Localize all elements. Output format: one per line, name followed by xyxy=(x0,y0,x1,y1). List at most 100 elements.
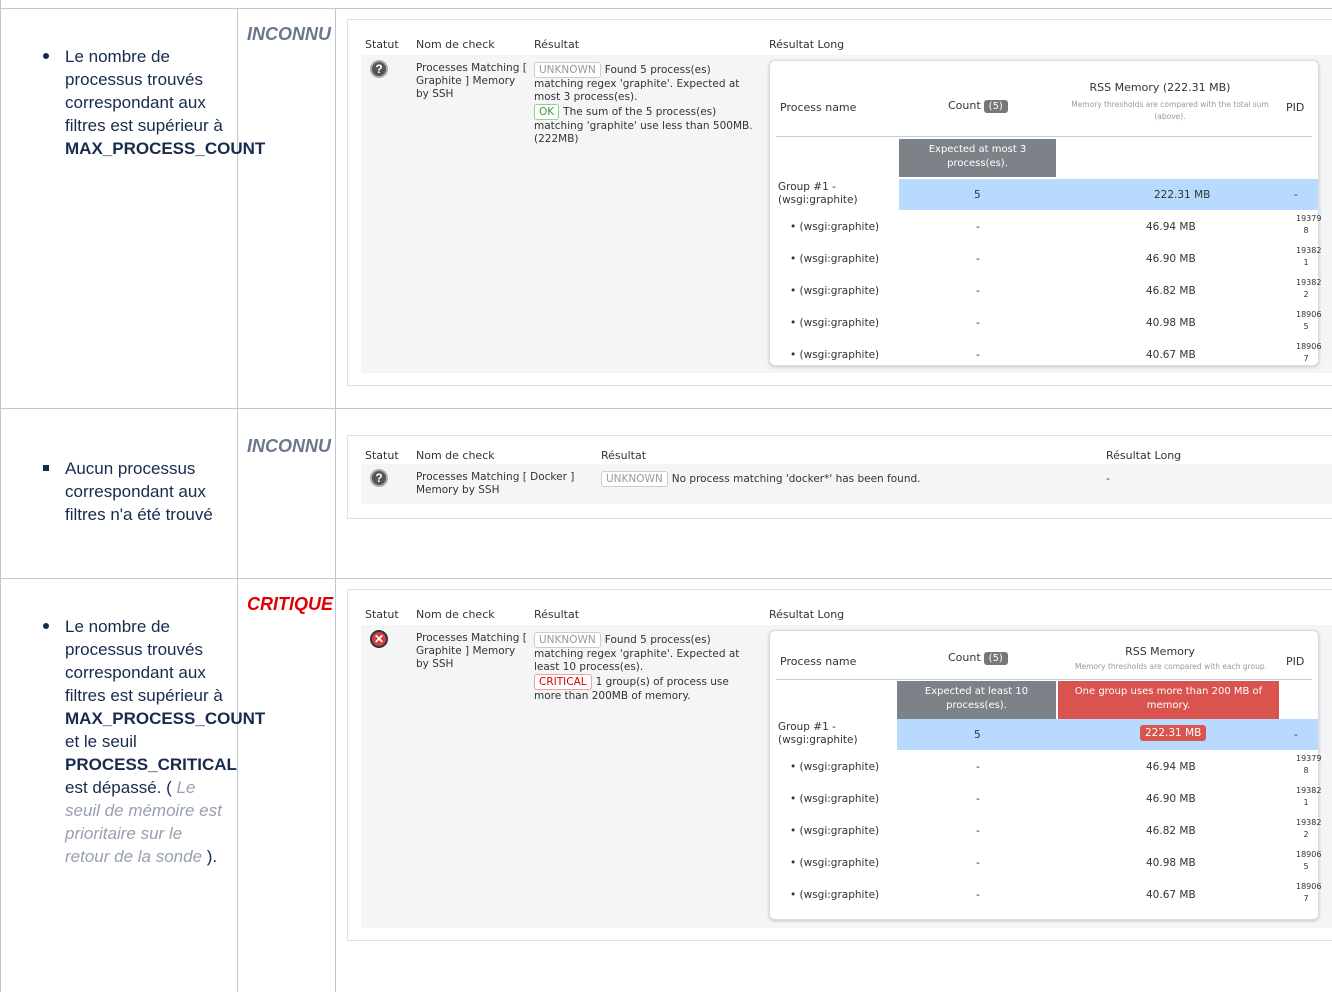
col-rss-subtitle: Memory thresholds are compared with the … xyxy=(1071,100,1269,121)
count-threshold-box: Expected at least 10 process(es). xyxy=(897,681,1056,719)
process-count: - xyxy=(976,761,980,773)
process-name: • (wsgi:graphite) xyxy=(790,857,880,869)
process-pid: 19382 2 xyxy=(1296,818,1322,839)
header-statut: Statut xyxy=(365,608,399,621)
table-row: Aucun processus correspondant aux filtre… xyxy=(1,408,1332,578)
result-text: UNKNOWN Found 5 process(es) matching rege… xyxy=(534,62,753,145)
process-count: - xyxy=(976,889,980,901)
col-process-name: Process name xyxy=(780,101,857,114)
col-process-name: Process name xyxy=(780,655,857,668)
process-pid: 19379 8 xyxy=(1296,754,1322,775)
process-rss: 40.98 MB xyxy=(1146,317,1196,329)
col-rss-subtitle: Memory thresholds are compared with each… xyxy=(1075,662,1267,671)
header-nom: Nom de check xyxy=(416,608,495,621)
process-name: • (wsgi:graphite) xyxy=(790,253,880,265)
header-resultat-long: Résultat Long xyxy=(769,608,845,621)
check-name[interactable]: Processes Matching [ Graphite ] Memory b… xyxy=(416,632,528,671)
process-name: • (wsgi:graphite) xyxy=(790,889,880,901)
check-name[interactable]: Processes Matching [ Docker ] Memory by … xyxy=(416,471,576,497)
table-row: Le nombre de processus trouvés correspon… xyxy=(1,578,1332,992)
process-count: - xyxy=(976,317,980,329)
process-rss: 46.82 MB xyxy=(1146,825,1196,837)
question-icon: ? xyxy=(370,469,388,487)
group-pid: - xyxy=(1294,189,1298,201)
col-rss: RSS Memory (222.31 MB) xyxy=(1089,81,1231,94)
group-highlight xyxy=(897,719,1318,750)
header-nom: Nom de check xyxy=(416,449,495,462)
process-rss: 40.67 MB xyxy=(1146,349,1196,361)
process-pid: 19379 8 xyxy=(1296,214,1322,235)
col-count: Count (5) xyxy=(948,651,1008,665)
group-label: Group #1 - (wsgi:graphite) xyxy=(778,181,858,206)
status-label: CRITIQUE xyxy=(247,594,334,614)
process-pid: 18906 5 xyxy=(1296,850,1322,871)
process-name: • (wsgi:graphite) xyxy=(790,825,880,837)
table-row: Le nombre de processus trouvés correspon… xyxy=(1,8,1332,408)
row-description: Aucun processus correspondant aux filtre… xyxy=(43,457,225,526)
long-result-panel: Process name Count (5) RSS Memory Memory … xyxy=(769,630,1322,920)
long-result-panel: Process name Count (5) RSS Memory (222.31… xyxy=(769,60,1322,366)
group-count: 5 xyxy=(974,729,981,741)
process-rss: 46.82 MB xyxy=(1146,285,1196,297)
header-resultat-long: Résultat Long xyxy=(769,38,845,51)
ok-badge: OK xyxy=(534,104,560,120)
header-resultat-long: Résultat Long xyxy=(1106,449,1182,462)
count-badge: (5) xyxy=(983,652,1008,665)
critical-icon: ✕ xyxy=(370,630,388,648)
process-count: - xyxy=(976,221,980,233)
process-count: - xyxy=(976,793,980,805)
col-pid: PID xyxy=(1286,101,1305,114)
process-rss: 46.94 MB xyxy=(1146,221,1196,233)
col-rss: RSS Memory xyxy=(1125,645,1195,658)
process-count: - xyxy=(976,285,980,297)
check-card: Statut Nom de check Résultat Résultat Lo… xyxy=(347,19,1332,386)
process-pid: 18906 7 xyxy=(1296,342,1322,363)
header-statut: Statut xyxy=(365,38,399,51)
check-card: Statut Nom de check Résultat Résultat Lo… xyxy=(347,435,1332,519)
process-rss: 46.94 MB xyxy=(1146,761,1196,773)
result-text: UNKNOWN Found 5 process(es) matching rege… xyxy=(534,632,740,702)
result-text: UNKNOWN No process matching 'docker*' has… xyxy=(601,471,1081,487)
row-description: Le nombre de processus trouvés correspon… xyxy=(43,45,265,160)
count-threshold-box: Expected at most 3 process(es). xyxy=(899,139,1056,177)
check-name[interactable]: Processes Matching [ Graphite ] Memory b… xyxy=(416,62,528,101)
process-count: - xyxy=(976,253,980,265)
unknown-badge: UNKNOWN xyxy=(601,471,668,487)
process-name: • (wsgi:graphite) xyxy=(790,761,880,773)
process-name: • (wsgi:graphite) xyxy=(790,793,880,805)
group-rss: 222.31 MB xyxy=(1154,189,1211,201)
header-nom: Nom de check xyxy=(416,38,495,51)
process-rss: 46.90 MB xyxy=(1146,793,1196,805)
process-rss: 46.90 MB xyxy=(1146,253,1196,265)
count-badge: (5) xyxy=(983,100,1008,113)
process-rss: 40.67 MB xyxy=(1146,889,1196,901)
status-label: INCONNU xyxy=(247,24,331,44)
process-count: - xyxy=(976,857,980,869)
rss-threshold-box: One group uses more than 200 MB of memor… xyxy=(1058,681,1279,719)
group-pid: - xyxy=(1294,729,1298,741)
check-card: Statut Nom de check Résultat Résultat Lo… xyxy=(347,589,1332,941)
group-label: Group #1 - (wsgi:graphite) xyxy=(778,721,858,746)
process-pid: 19382 1 xyxy=(1296,786,1322,807)
group-highlight xyxy=(899,179,1318,210)
process-count: - xyxy=(976,825,980,837)
header-resultat: Résultat xyxy=(601,449,647,462)
header-resultat: Résultat xyxy=(534,608,580,621)
header-statut: Statut xyxy=(365,449,399,462)
long-result-text: - xyxy=(1106,473,1110,485)
process-pid: 19382 2 xyxy=(1296,278,1322,299)
col-count: Count (5) xyxy=(948,99,1008,113)
doc-table: Le nombre de processus trouvés correspon… xyxy=(0,0,1332,992)
question-icon: ? xyxy=(370,60,388,78)
group-rss: 222.31 MB xyxy=(1140,725,1207,741)
process-pid: 18906 5 xyxy=(1296,310,1322,331)
process-name: • (wsgi:graphite) xyxy=(790,221,880,233)
unknown-badge: UNKNOWN xyxy=(534,62,601,78)
unknown-badge: UNKNOWN xyxy=(534,632,601,648)
process-name: • (wsgi:graphite) xyxy=(790,285,880,297)
critical-badge: CRITICAL xyxy=(534,674,592,690)
row-description: Le nombre de processus trouvés correspon… xyxy=(43,615,265,868)
process-rss: 40.98 MB xyxy=(1146,857,1196,869)
col-pid: PID xyxy=(1286,655,1305,668)
process-pid: 19382 1 xyxy=(1296,246,1322,267)
